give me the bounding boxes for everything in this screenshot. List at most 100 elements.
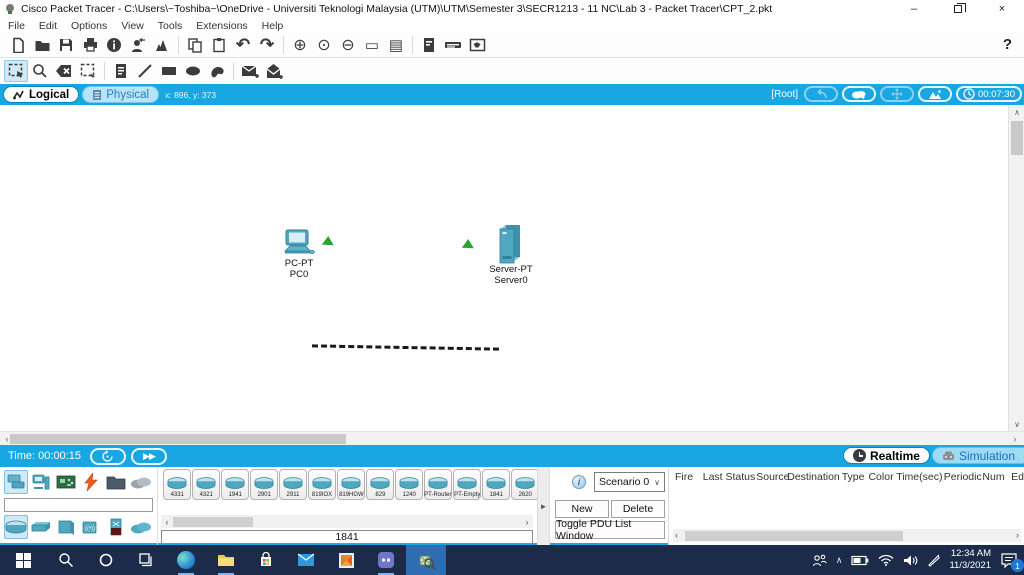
col-edit[interactable]: Ed [1011,471,1024,483]
col-destination[interactable]: Destination [787,471,841,483]
taskbar-clock[interactable]: 12:34 AM 11/3/2021 [949,548,991,572]
draw-line-tool-icon[interactable] [133,60,157,82]
col-last-status[interactable]: Last Status [703,471,757,483]
col-periodic[interactable]: Periodic [944,471,983,483]
subcategory-hubs-icon[interactable] [54,515,78,539]
help-button[interactable]: ? [1003,36,1012,53]
new-file-icon[interactable] [6,34,30,56]
device-model-2620[interactable]: 2620 [511,469,537,500]
new-window-icon[interactable]: ▭ [360,34,384,56]
col-color[interactable]: Color [868,471,896,483]
menu-edit[interactable]: Edit [39,20,57,32]
device-model-829[interactable]: 829 [366,469,394,500]
zoom-in-icon[interactable]: ⊕ [288,34,312,56]
add-complex-pdu-icon[interactable] [262,60,286,82]
canvas-vertical-scrollbar[interactable]: ∧ ∨ [1008,105,1024,431]
zoom-out-icon[interactable]: ⊖ [336,34,360,56]
device-model-1240[interactable]: 1240 [395,469,423,500]
category-multiuser-icon[interactable] [129,470,153,494]
device-model-pt-router[interactable]: PT-Router [424,469,452,500]
category-end-devices-icon[interactable] [29,470,53,494]
draw-ellipse-tool-icon[interactable] [181,60,205,82]
scrollbar-thumb[interactable] [10,434,346,444]
delete-scenario-button[interactable]: Delete [611,500,665,518]
device-model-4331[interactable]: 4331 [163,469,191,500]
delete-tool-icon[interactable] [52,60,76,82]
scroll-right-arrow[interactable]: › [1008,434,1022,444]
mail-icon[interactable] [286,545,326,575]
undo-icon[interactable]: ↶ [231,34,255,56]
volume-icon[interactable] [903,554,918,567]
category-connections-icon[interactable] [79,470,103,494]
scroll-left-arrow[interactable]: ‹ [161,517,173,527]
draw-freeform-tool-icon[interactable] [205,60,229,82]
copy-icon[interactable] [183,34,207,56]
user-profile-icon[interactable] [126,34,150,56]
col-fire[interactable]: Fire [675,471,703,483]
add-simple-pdu-icon[interactable] [238,60,262,82]
col-time-sec[interactable]: Time(sec) [896,471,944,483]
logical-workspace-canvas[interactable]: PC-PT PC0 Server-PT Server0 [0,105,1008,431]
panel-splitter[interactable]: ► [537,467,550,545]
scroll-down-arrow[interactable]: ∨ [1009,417,1024,431]
col-source[interactable]: Source [756,471,787,483]
open-file-icon[interactable] [30,34,54,56]
col-type[interactable]: Type [842,471,869,483]
category-network-devices-icon[interactable] [4,470,28,494]
packet-tracer-taskbar-icon[interactable] [406,545,446,575]
wifi-icon[interactable] [878,554,894,566]
restore-button[interactable] [936,0,980,18]
minimize-button[interactable]: – [892,0,936,18]
pen-icon[interactable] [927,554,940,567]
device-model-4321[interactable]: 4321 [192,469,220,500]
new-scenario-button[interactable]: New [555,500,609,518]
photos-app-icon[interactable] [326,545,366,575]
place-note-tool-icon[interactable] [109,60,133,82]
task-view-icon[interactable] [126,545,166,575]
scroll-left-arrow[interactable]: ‹ [675,530,678,540]
category-components-icon[interactable] [54,470,78,494]
category-misc-icon[interactable] [104,470,128,494]
menu-options[interactable]: Options [71,20,107,32]
device-model-2901[interactable]: 2901 [250,469,278,500]
microsoft-store-icon[interactable] [246,545,286,575]
back-navigation-button[interactable] [804,86,838,102]
device-model-2911[interactable]: 2911 [279,469,307,500]
set-tiled-background-button[interactable] [918,86,952,102]
console-device-icon[interactable] [441,34,465,56]
discord-icon[interactable] [366,545,406,575]
print-icon[interactable] [78,34,102,56]
device-model-pt-empty[interactable]: PT-Empty [453,469,481,500]
scrollbar-thumb[interactable] [685,531,903,541]
save-icon[interactable] [54,34,78,56]
edge-browser-icon[interactable] [166,545,206,575]
device-model-1841[interactable]: 1841 [482,469,510,500]
power-cycle-devices-button[interactable] [90,448,126,465]
zoom-reset-icon[interactable]: ⊙ [312,34,336,56]
tray-expand-chevron-icon[interactable]: ∧ [836,555,843,566]
canvas-horizontal-scrollbar[interactable]: ‹ › [0,431,1024,445]
move-object-button[interactable] [880,86,914,102]
scenario-dropdown[interactable]: Scenario 0 ∨ [594,472,665,492]
file-explorer-icon[interactable] [206,545,246,575]
draw-rectangle-tool-icon[interactable] [157,60,181,82]
menu-help[interactable]: Help [262,20,284,32]
fast-forward-time-button[interactable]: ▶▶ [131,448,167,465]
device-server0[interactable] [496,223,524,265]
pdu-list-scrollbar[interactable]: ‹ › [673,529,1021,542]
menu-view[interactable]: View [121,20,144,32]
subcategory-security-icon[interactable] [104,515,128,539]
environment-time-button[interactable]: 00:07:30 [956,86,1022,102]
inspect-tool-icon[interactable] [28,60,52,82]
tab-physical[interactable]: Physical [82,86,159,103]
device-model-819hgw[interactable]: 819HGW [337,469,365,500]
action-center-icon[interactable]: 1 [1000,552,1018,568]
new-cluster-button[interactable] [842,86,876,102]
subcategory-routers-icon[interactable] [4,515,28,539]
device-model-819iox[interactable]: 819IOX [308,469,336,500]
tab-simulation[interactable]: Simulation [932,447,1024,464]
col-num[interactable]: Num [982,471,1011,483]
start-button[interactable] [0,545,46,575]
menu-file[interactable]: File [8,20,25,32]
activity-wizard-icon[interactable] [102,34,126,56]
